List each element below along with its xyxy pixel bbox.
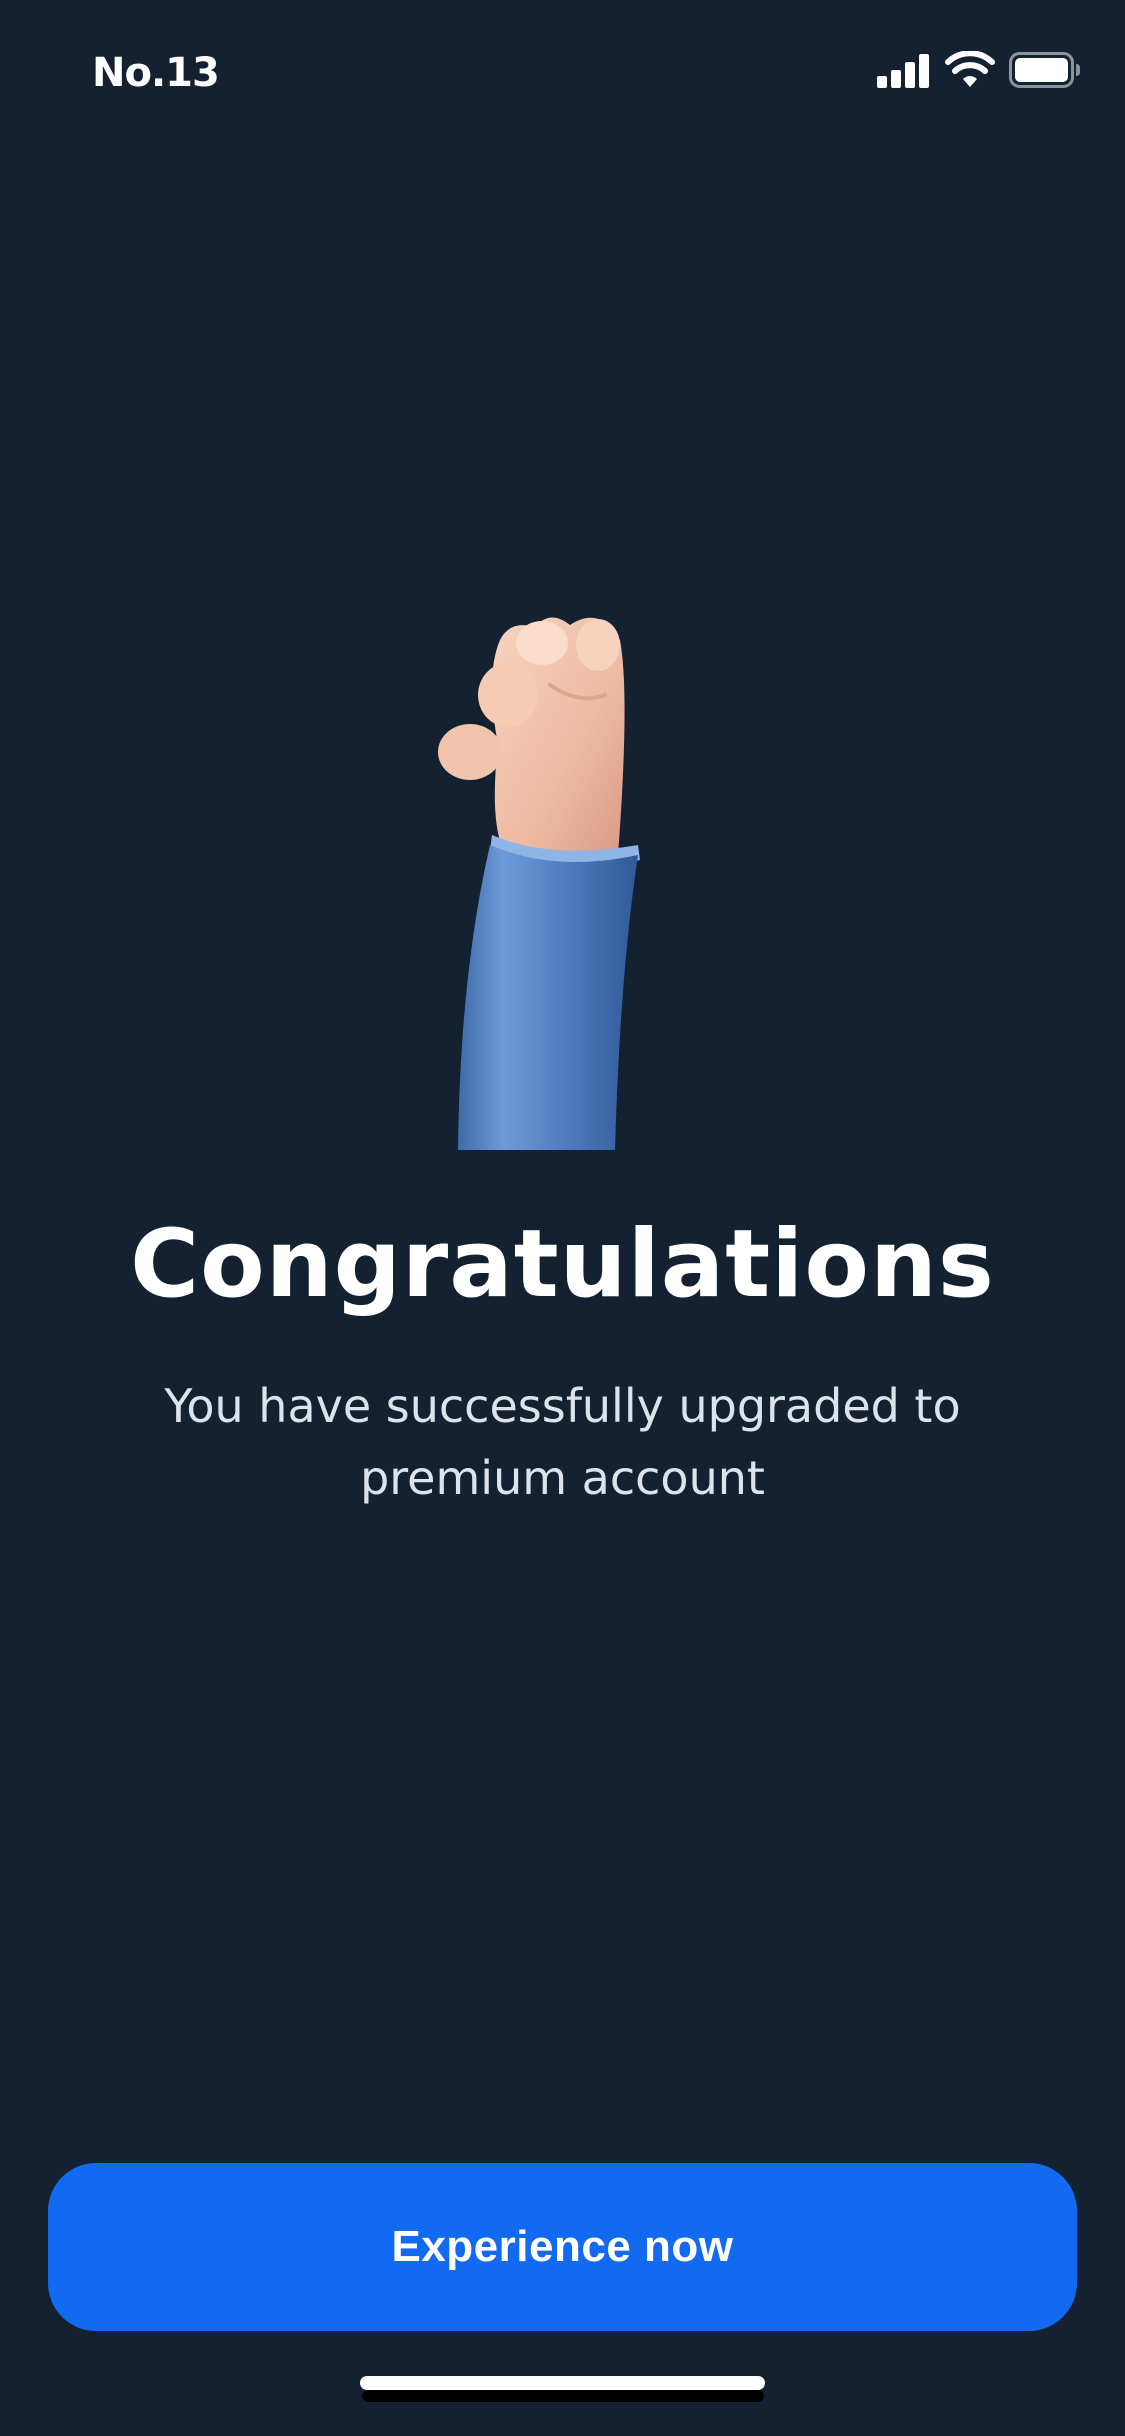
home-indicator[interactable] [360, 2376, 765, 2390]
cellular-signal-icon [877, 52, 931, 88]
home-indicator-shadow [362, 2390, 764, 2402]
status-icons [877, 50, 1081, 90]
congratulations-screen: No.13 Congratulations You have successfu… [0, 0, 1125, 2436]
experience-now-button[interactable]: Experience now [48, 2163, 1077, 2331]
success-message: You have successfully upgraded to premiu… [164, 1379, 961, 1505]
raised-hand-icon [430, 615, 670, 1150]
experience-now-label: Experience now [391, 2222, 734, 2271]
status-bar: No.13 [0, 0, 1125, 140]
battery-icon [1009, 52, 1081, 88]
carrier-name: No.13 [92, 50, 220, 96]
page-title: Congratulations [130, 1210, 995, 1319]
wifi-icon [945, 51, 995, 89]
